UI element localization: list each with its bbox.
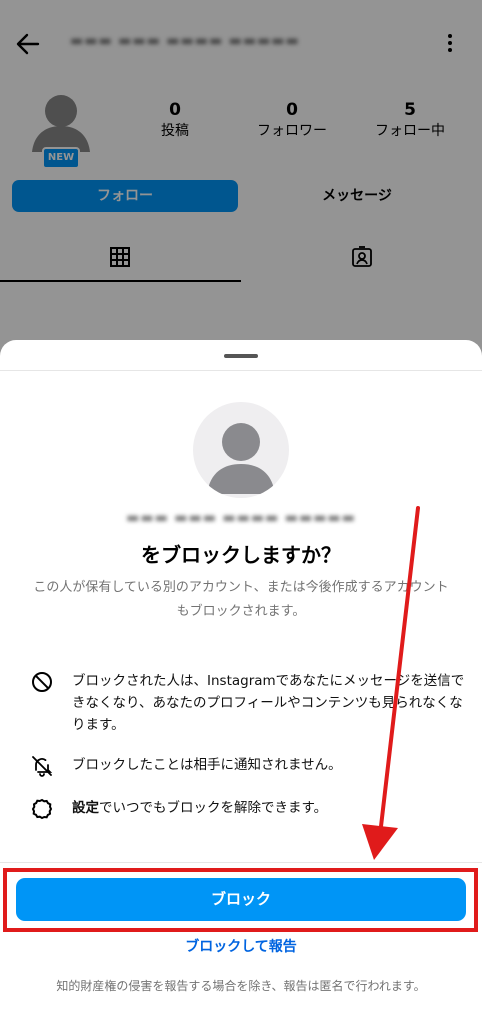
- settings-link[interactable]: 設定: [72, 800, 99, 816]
- info-text-settings: 設定でいつでもブロックを解除できます。: [72, 797, 472, 819]
- highlight-box: [3, 868, 478, 932]
- info-row-messages: ブロックされた人は、Instagramであなたにメッセージを送信できなくなり、あ…: [30, 670, 470, 736]
- sheet-drag-handle[interactable]: [224, 354, 258, 358]
- info-row-settings: 設定でいつでもブロックを解除できます。: [30, 797, 470, 821]
- info-text-notify: ブロックしたことは相手に通知されません。: [72, 757, 342, 773]
- settings-gear-icon: [30, 797, 54, 821]
- block-circle-icon: [30, 670, 54, 694]
- info-row-notify: ブロックしたことは相手に通知されません。: [30, 754, 470, 778]
- action-divider: [0, 862, 482, 863]
- blocked-username: ▬▬▬ ▬▬▬ ▬▬▬▬ ▬▬▬▬▬: [126, 510, 356, 526]
- info-text-messages: ブロックされた人は、Instagramであなたにメッセージを送信できなくなり、あ…: [72, 673, 465, 733]
- anonymous-report-note: 知的財産権の侵害を報告する場合を除き、報告は匿名で行われます。: [56, 979, 426, 993]
- block-subtitle: この人が保有している別のアカウント、または今後作成するアカウントもブロックされま…: [33, 580, 449, 619]
- block-and-report-link[interactable]: ブロックして報告: [0, 936, 482, 956]
- info-text-settings-rest: でいつでもブロックを解除できます。: [99, 800, 328, 816]
- bell-off-icon: [30, 754, 54, 778]
- block-title: をブロックしますか？: [141, 543, 341, 567]
- sheet-divider: [0, 370, 482, 371]
- blocked-user-avatar: [193, 402, 289, 498]
